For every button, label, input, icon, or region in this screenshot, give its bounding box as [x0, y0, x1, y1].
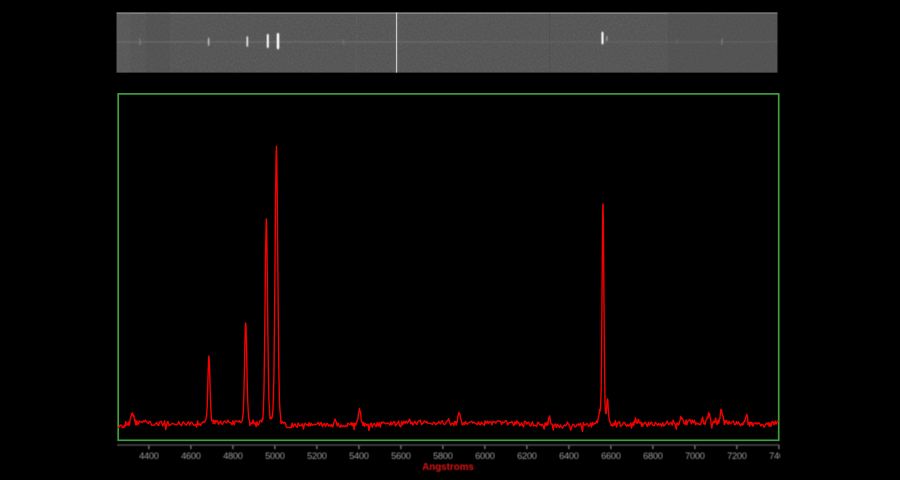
svg-text:5400: 5400	[349, 451, 369, 461]
svg-text:5200: 5200	[307, 451, 327, 461]
svg-text:4800: 4800	[223, 451, 243, 461]
svg-text:6800: 6800	[643, 451, 663, 461]
svg-text:Angstroms: Angstroms	[422, 462, 474, 473]
svg-text:5800: 5800	[433, 451, 453, 461]
svg-text:7400: 7400	[769, 451, 789, 461]
svg-text:6400: 6400	[559, 451, 579, 461]
svg-text:6200: 6200	[517, 451, 537, 461]
svg-text:4600: 4600	[181, 451, 201, 461]
svg-text:4400: 4400	[139, 451, 159, 461]
svg-text:6600: 6600	[601, 451, 621, 461]
svg-text:7200: 7200	[727, 451, 747, 461]
svg-text:7000: 7000	[685, 451, 705, 461]
svg-text:5000: 5000	[265, 451, 285, 461]
svg-text:6000: 6000	[475, 451, 495, 461]
svg-text:5600: 5600	[391, 451, 411, 461]
